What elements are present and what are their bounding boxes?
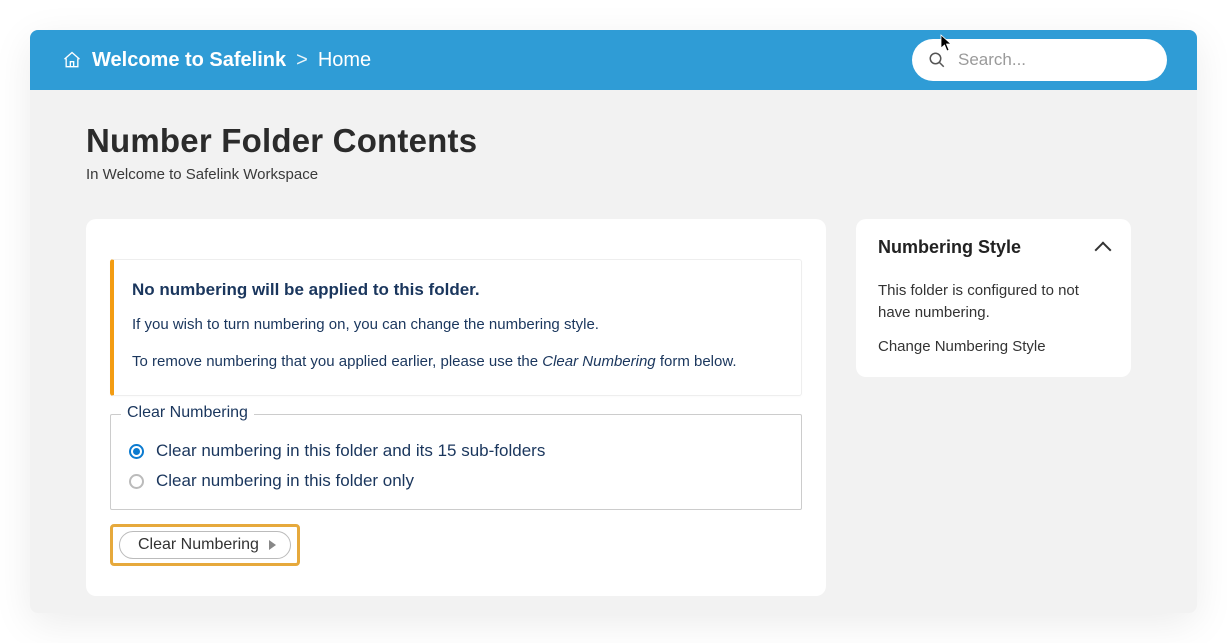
side-panel-body: This folder is configured to not have nu… — [878, 280, 1109, 355]
radio-option-subfolders[interactable]: Clear numbering in this folder and its 1… — [129, 441, 783, 461]
side-panel-title: Numbering Style — [878, 237, 1021, 258]
highlight-box: Clear Numbering — [110, 524, 300, 566]
breadcrumb-separator: > — [296, 49, 308, 72]
side-panel-header[interactable]: Numbering Style — [878, 237, 1109, 258]
info-callout: No numbering will be applied to this fol… — [110, 259, 802, 396]
fieldset-legend: Clear Numbering — [121, 404, 254, 422]
home-icon[interactable] — [62, 50, 82, 70]
breadcrumb: Welcome to Safelink > Home — [62, 49, 371, 72]
app-container: Welcome to Safelink > Home Number Folder… — [30, 30, 1197, 613]
side-panel-text: This folder is configured to not have nu… — [878, 280, 1109, 324]
clear-numbering-button[interactable]: Clear Numbering — [119, 531, 291, 559]
breadcrumb-home[interactable]: Home — [318, 49, 371, 72]
page-title: Number Folder Contents — [86, 122, 1141, 160]
chevron-up-icon — [1095, 241, 1112, 258]
radio-icon — [129, 444, 144, 459]
radio-label: Clear numbering in this folder and its 1… — [156, 441, 545, 461]
callout-line-2: To remove numbering that you applied ear… — [132, 351, 779, 374]
callout-heading: No numbering will be applied to this fol… — [132, 280, 779, 300]
content-area: Number Folder Contents In Welcome to Saf… — [30, 90, 1197, 613]
search-input[interactable] — [958, 50, 1151, 70]
search-box[interactable] — [912, 39, 1167, 81]
top-bar: Welcome to Safelink > Home — [30, 30, 1197, 90]
search-icon — [928, 51, 946, 69]
radio-icon — [129, 474, 144, 489]
clear-button-label: Clear Numbering — [138, 536, 259, 554]
change-style-inline-link[interactable]: change the numbering style. — [411, 316, 599, 333]
radio-label: Clear numbering in this folder only — [156, 471, 414, 491]
clear-numbering-fieldset: Clear Numbering Clear numbering in this … — [110, 414, 802, 510]
main-card: No numbering will be applied to this fol… — [86, 219, 826, 596]
callout-line-1: If you wish to turn numbering on, you ca… — [132, 314, 779, 337]
radio-option-folder-only[interactable]: Clear numbering in this folder only — [129, 471, 783, 491]
breadcrumb-title[interactable]: Welcome to Safelink — [92, 49, 286, 72]
numbering-style-panel: Numbering Style This folder is configure… — [856, 219, 1131, 377]
play-icon — [269, 540, 276, 550]
change-numbering-style-link[interactable]: Change Numbering Style — [878, 338, 1109, 355]
page-subtitle: In Welcome to Safelink Workspace — [86, 166, 1141, 183]
